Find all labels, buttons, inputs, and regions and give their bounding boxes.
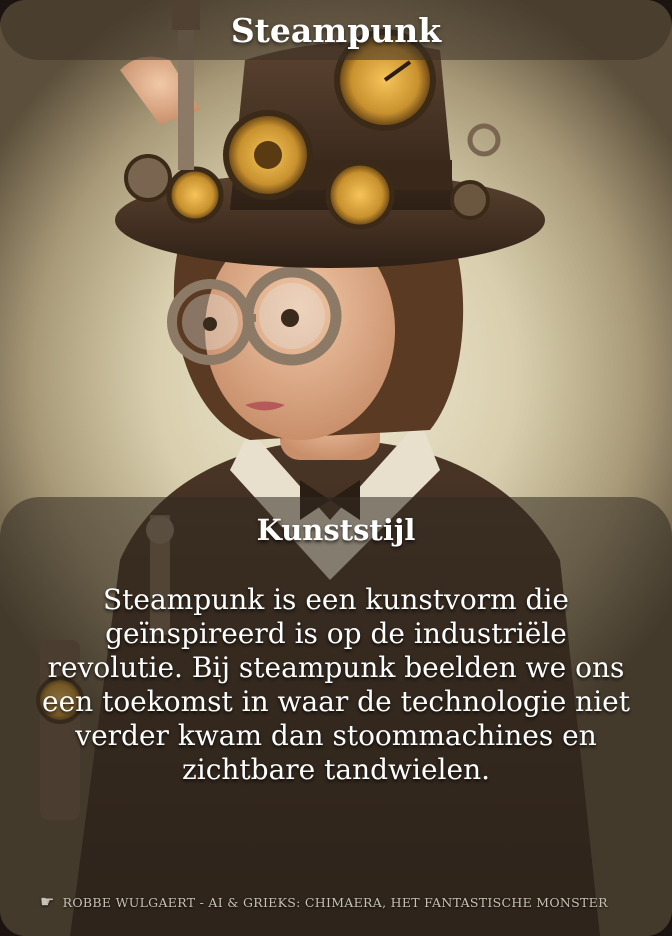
description-text: Steampunk is een kunstvorm die geïnspire… [42, 583, 630, 786]
section-heading: Kunststijl [256, 513, 416, 547]
credit-line: ☛ ROBBE WULGAERT - AI & GRIEKS: CHIMAERA… [40, 894, 608, 910]
title-banner: Steampunk [0, 0, 672, 60]
card-title: Steampunk [230, 10, 442, 50]
card: Steampunk Kunststijl Steampunk is een ku… [0, 0, 672, 936]
pointing-hand-icon: ☛ [40, 892, 55, 911]
info-panel: Kunststijl Steampunk is een kunstvorm di… [0, 497, 672, 936]
credit-text: ROBBE WULGAERT - AI & GRIEKS: CHIMAERA, … [62, 894, 608, 910]
